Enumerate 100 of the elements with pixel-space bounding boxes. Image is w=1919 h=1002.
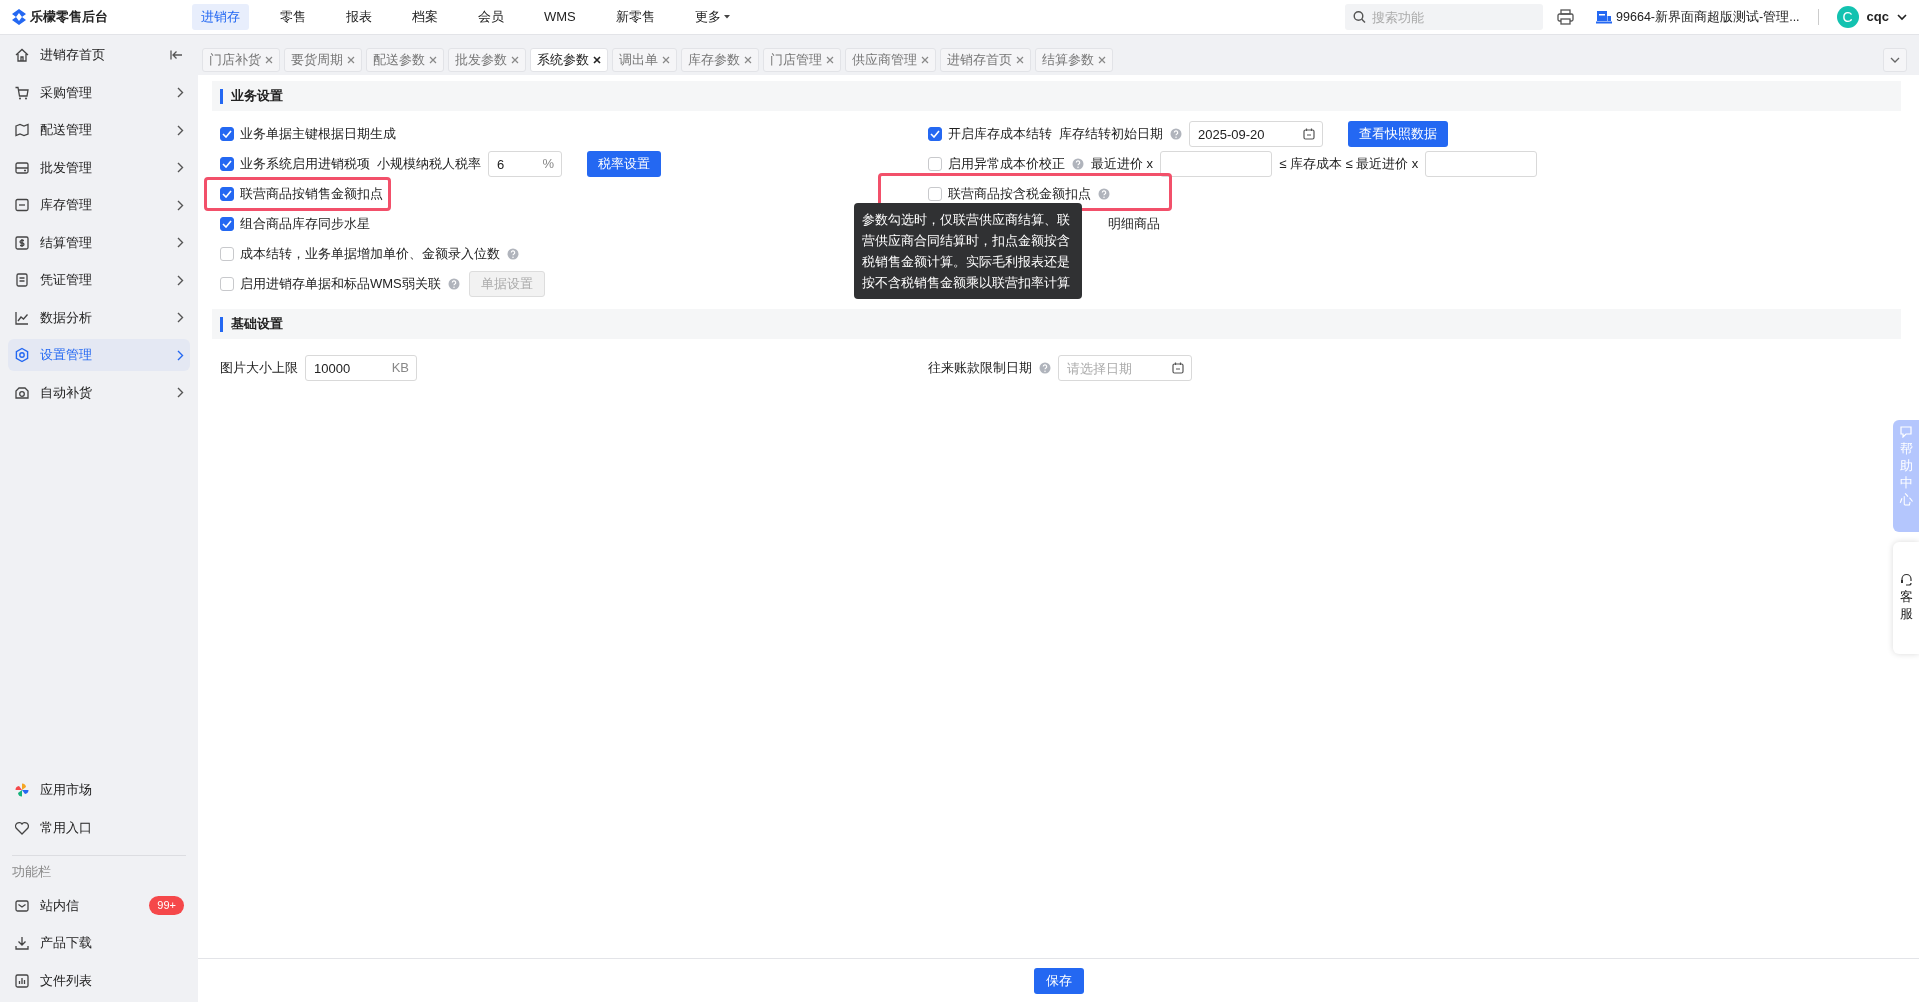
- chevron-right-icon: [177, 162, 184, 173]
- help-icon[interactable]: [507, 248, 519, 260]
- input-field[interactable]: [1425, 151, 1538, 177]
- nav-tab[interactable]: 档案: [403, 4, 447, 30]
- checkbox[interactable]: [220, 187, 234, 201]
- checkbox-label[interactable]: 启用进销存单据和标品WMS弱关联: [240, 274, 441, 294]
- checkbox-label[interactable]: 启用异常成本价校正: [948, 154, 1065, 174]
- checkbox-label[interactable]: 联营商品按含税金额扣点: [948, 184, 1091, 204]
- sidebar-item[interactable]: 结算管理: [8, 226, 190, 259]
- page-tab[interactable]: 结算参数: [1035, 48, 1113, 72]
- headset-icon: [1899, 573, 1913, 587]
- field-label: 明细商品: [1108, 215, 1160, 234]
- nav-tab[interactable]: 会员: [469, 4, 513, 30]
- checkbox[interactable]: [220, 127, 234, 141]
- checkbox-label[interactable]: 组合商品库存同步水星: [240, 214, 370, 234]
- document-icon: [14, 272, 30, 288]
- user-name[interactable]: cqc: [1866, 7, 1889, 27]
- sidebar-item[interactable]: 数据分析: [8, 301, 190, 334]
- close-icon[interactable]: [593, 56, 601, 64]
- checkbox-label[interactable]: 成本结转，业务单据增加单价、金额录入位数: [240, 244, 500, 264]
- checkbox-label[interactable]: 开启库存成本结转: [948, 124, 1052, 144]
- checkbox-label[interactable]: 联营商品按销售金额扣点: [240, 184, 383, 204]
- tooltip: 参数勾选时，仅联营供应商结算、联营供应商合同结算时，扣点金额按含税销售金额计算。实际毛利报表还是按不含税销售金额乘以联营扣率计算: [854, 203, 1082, 299]
- nav-tab[interactable]: 报表: [337, 4, 381, 30]
- sidebar-item[interactable]: 应用市场: [8, 774, 190, 806]
- unit-label: %: [542, 155, 554, 174]
- chevron-down-icon[interactable]: [1897, 13, 1907, 21]
- nav-tab[interactable]: 更多: [685, 4, 740, 30]
- chat-icon: [1900, 426, 1912, 438]
- page-tab[interactable]: 调出单: [612, 48, 677, 72]
- help-icon[interactable]: [1170, 128, 1182, 140]
- page-tab[interactable]: 要货周期: [284, 48, 362, 72]
- checkbox[interactable]: [220, 157, 234, 171]
- page-tab[interactable]: 系统参数: [530, 48, 608, 72]
- sidebar-item[interactable]: 设置管理: [8, 339, 190, 371]
- store-name[interactable]: 99664-新界面商超版测试-管理...: [1616, 7, 1800, 27]
- page-tab[interactable]: 库存参数: [681, 48, 759, 72]
- checkbox[interactable]: [220, 277, 234, 291]
- field-label: 图片大小上限: [220, 359, 298, 378]
- checkbox-label[interactable]: 业务单据主键根据日期生成: [240, 124, 396, 144]
- help-icon[interactable]: [1098, 188, 1110, 200]
- card-icon: [14, 159, 30, 176]
- input-field[interactable]: [1160, 151, 1273, 177]
- app-market-icon: [14, 782, 30, 798]
- page-tab[interactable]: 进销存首页: [940, 48, 1031, 72]
- page-tab[interactable]: 配送参数: [366, 48, 444, 72]
- page-tab[interactable]: 门店补货: [202, 48, 280, 72]
- chevron-right-icon: [177, 237, 184, 248]
- nav-tab[interactable]: 零售: [271, 4, 315, 30]
- checkbox-label[interactable]: 业务系统启用进销税项: [240, 154, 370, 174]
- mail-icon: [14, 897, 30, 914]
- cart-icon: [14, 84, 30, 101]
- action-button[interactable]: 查看快照数据: [1348, 121, 1448, 147]
- help-icon[interactable]: [1039, 362, 1051, 374]
- unit-label: KB: [391, 359, 409, 378]
- chart-icon: [14, 309, 30, 326]
- logo-text: 乐檬零售后台: [30, 8, 108, 27]
- collapse-icon[interactable]: [170, 49, 184, 61]
- checkbox[interactable]: [928, 127, 942, 141]
- chevron-right-icon: [177, 387, 184, 398]
- heart-icon: [14, 819, 30, 836]
- page-tab[interactable]: 批发参数: [448, 48, 526, 72]
- sidebar-item[interactable]: 凭证管理: [8, 264, 190, 296]
- sidebar-item[interactable]: 自动补货: [8, 376, 190, 409]
- checkbox[interactable]: [220, 217, 234, 231]
- sidebar-item[interactable]: 采购管理: [8, 76, 190, 109]
- chevron-right-icon: [177, 274, 184, 286]
- caret-icon: [722, 14, 731, 20]
- sidebar-item[interactable]: 站内信 99+: [8, 889, 190, 922]
- date-field[interactable]: 请选择日期: [1058, 355, 1192, 381]
- nav-tab[interactable]: 新零售: [606, 4, 664, 30]
- chevron-right-icon: [177, 199, 184, 211]
- page-tab[interactable]: 供应商管理: [845, 48, 936, 72]
- customer-service-tab[interactable]: 客服: [1893, 542, 1919, 654]
- field-label: 往来账款限制日期: [928, 359, 1032, 378]
- download-icon: [14, 935, 30, 951]
- sidebar-item[interactable]: 配送管理: [8, 114, 190, 146]
- printer-icon[interactable]: [1557, 9, 1575, 25]
- search-field[interactable]: 搜索功能: [1345, 4, 1544, 30]
- sidebar-item[interactable]: 文件列表: [8, 964, 190, 997]
- date-field[interactable]: 2025-09-20: [1189, 121, 1323, 147]
- help-icon[interactable]: [447, 278, 460, 290]
- sidebar-item[interactable]: 常用入口: [8, 811, 190, 844]
- nav-tab[interactable]: WMS: [535, 4, 585, 30]
- nav-tab[interactable]: 进销存: [192, 4, 249, 30]
- sidebar-item[interactable]: 批发管理: [8, 151, 190, 184]
- checkbox[interactable]: [220, 247, 234, 261]
- sidebar-item[interactable]: 产品下载: [8, 927, 190, 959]
- page-tab[interactable]: 门店管理: [763, 48, 841, 72]
- tabs-menu-button[interactable]: [1883, 48, 1907, 72]
- section-title: 基础设置: [231, 315, 283, 334]
- action-button[interactable]: 税率设置: [587, 151, 661, 177]
- sidebar-item[interactable]: 进销存首页: [8, 39, 190, 71]
- checkbox[interactable]: [928, 157, 942, 171]
- save-button[interactable]: 保存: [1033, 967, 1084, 994]
- dollar-icon: [14, 234, 30, 251]
- chevron-down-icon: [1890, 56, 1900, 64]
- sidebar-item[interactable]: 库存管理: [8, 189, 190, 221]
- checkbox[interactable]: [928, 187, 942, 201]
- help-icon[interactable]: [1072, 158, 1084, 170]
